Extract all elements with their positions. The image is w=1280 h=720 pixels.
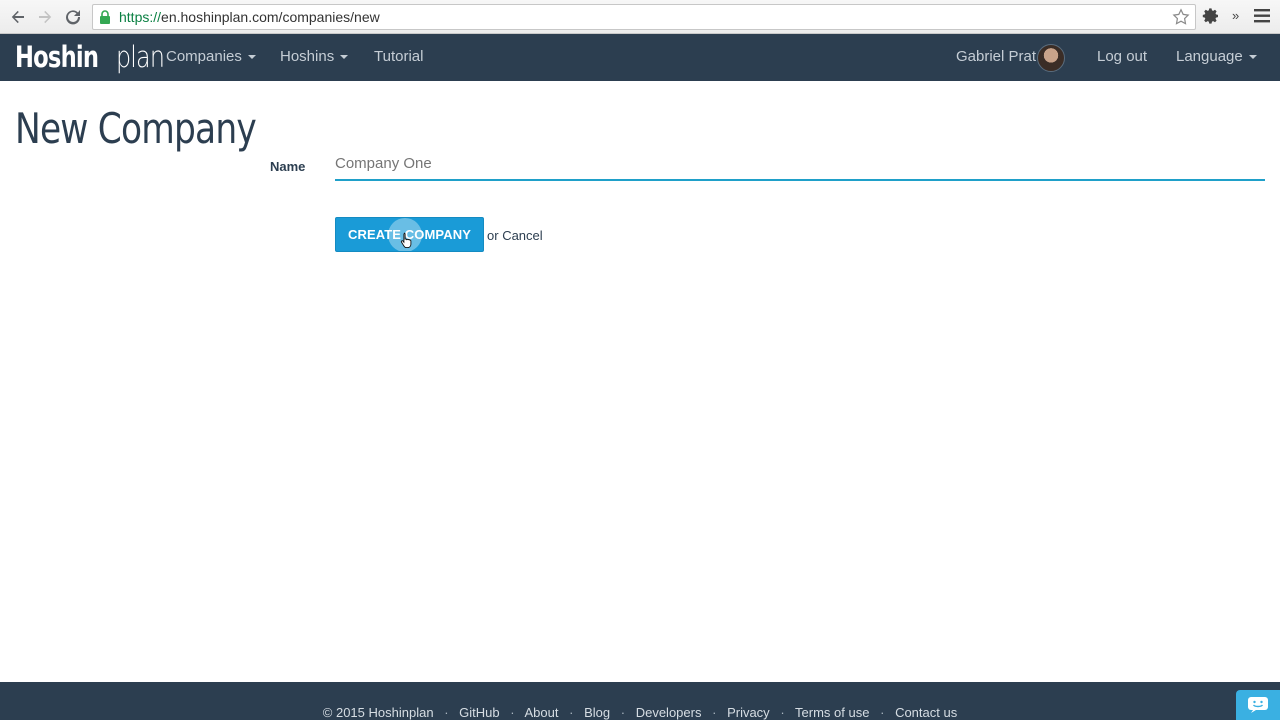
chat-smile-icon [1248, 697, 1268, 713]
lock-icon [99, 10, 111, 29]
or-text: or [487, 228, 499, 243]
chat-widget-button[interactable] [1236, 690, 1280, 720]
forward-button[interactable] [33, 5, 57, 29]
nav-hoshins-dropdown[interactable]: Hoshins [280, 48, 349, 65]
back-button[interactable] [6, 5, 30, 29]
copyright-text: © 2015 Hoshinplan [322, 705, 434, 720]
footer-separator: · [780, 705, 785, 720]
arrow-right-icon [39, 10, 52, 24]
user-name: Gabriel Prat [956, 48, 1037, 65]
footer-link-terms[interactable]: Terms of use [795, 705, 869, 720]
language-label: Language [1176, 48, 1243, 65]
footer-links: © 2015 Hoshinplan · GitHub · About · Blo… [0, 705, 1280, 720]
browser-toolbar: https://en.hoshinplan.com/companies/new … [0, 0, 1280, 34]
footer-link-privacy[interactable]: Privacy [727, 705, 770, 720]
top-navbar: Hoshin plan Companies Hoshins Tutorial Ga… [0, 34, 1280, 81]
arrow-left-icon [11, 10, 24, 24]
name-label: Name [270, 159, 306, 174]
reload-icon [66, 10, 81, 25]
footer-link-about[interactable]: About [525, 705, 559, 720]
caret-down-icon [340, 55, 349, 60]
hamburger-menu-icon[interactable] [1254, 9, 1270, 28]
footer-separator: · [712, 705, 717, 720]
avatar[interactable] [1037, 44, 1065, 72]
user-menu[interactable]: Gabriel Prat [956, 48, 1036, 65]
bookmark-star-icon[interactable] [1172, 8, 1190, 31]
footer-separator: · [620, 705, 626, 720]
address-bar[interactable]: https://en.hoshinplan.com/companies/new [92, 4, 1196, 30]
gear-icon[interactable] [1202, 7, 1220, 30]
nav-companies-dropdown[interactable]: Companies [166, 48, 256, 65]
footer-link-blog[interactable]: Blog [584, 705, 610, 720]
nav-companies-label: Companies [166, 48, 242, 65]
footer-separator: · [569, 705, 574, 720]
nav-tutorial-link[interactable]: Tutorial [374, 48, 423, 65]
nav-hoshins-label: Hoshins [280, 48, 335, 65]
cancel-row: or Cancel [487, 228, 543, 243]
hand-pointer-cursor-icon [400, 232, 414, 251]
footer-link-developers[interactable]: Developers [636, 705, 702, 720]
cancel-link[interactable]: Cancel [502, 228, 542, 243]
caret-down-icon [1248, 55, 1257, 60]
footer-link-github[interactable]: GitHub [459, 705, 499, 720]
create-company-button[interactable]: Create Company [335, 217, 484, 252]
extensions-overflow-icon[interactable]: » [1232, 8, 1239, 23]
url-text: https://en.hoshinplan.com/companies/new [119, 9, 380, 25]
reload-button[interactable] [61, 5, 85, 29]
footer-separator: · [444, 705, 449, 720]
language-dropdown[interactable]: Language [1176, 48, 1257, 65]
caret-down-icon [247, 55, 256, 60]
footer-link-contact[interactable]: Contact us [895, 705, 957, 720]
brand-logo[interactable]: Hoshin plan [15, 40, 174, 74]
page-title: New Company [15, 104, 257, 153]
footer-separator: · [510, 705, 515, 720]
footer: © 2015 Hoshinplan · GitHub · About · Blo… [0, 682, 1280, 720]
company-name-input[interactable] [335, 147, 1265, 181]
footer-separator: · [880, 705, 885, 720]
logout-link[interactable]: Log out [1097, 48, 1147, 65]
